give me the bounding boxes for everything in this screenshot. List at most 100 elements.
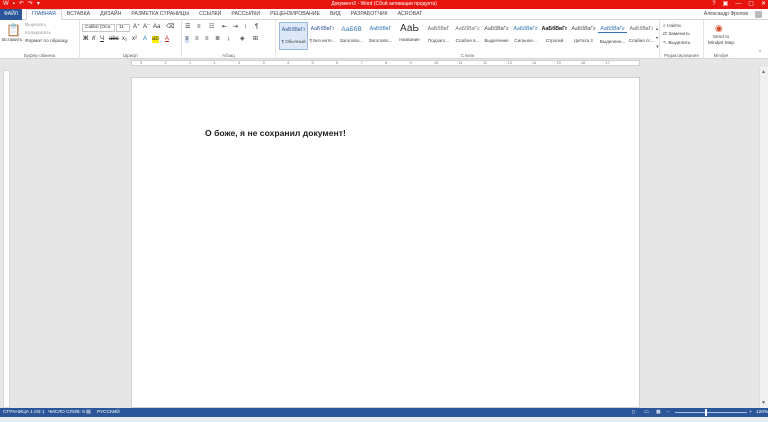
underline-icon[interactable]: Ч	[100, 36, 104, 43]
font-name-select[interactable]: Calibri (Осн	[82, 24, 115, 32]
font-size-select[interactable]: 11	[116, 24, 130, 32]
style-preview: АаБбВвГг	[571, 26, 596, 32]
tab-home[interactable]: ГЛАВНАЯ	[26, 9, 62, 20]
help-icon[interactable]: ?	[712, 0, 715, 9]
tab-design[interactable]: ДИЗАЙН	[95, 9, 126, 20]
group-editing: ⌕ Найти ⇄ Заменить ↖ Выделить Редактиров…	[660, 20, 704, 59]
show-marks-icon[interactable]: ¶	[255, 24, 258, 31]
justify-icon[interactable]: ≣	[215, 36, 220, 43]
document-text[interactable]: О боже, я не сохранил документ!	[205, 128, 346, 138]
numbering-icon[interactable]: ≡	[197, 24, 201, 31]
word-window: W ▪ ↶ ↷ ▾ Документ2 - Word (Сбой активац…	[0, 0, 768, 422]
style-emphasis[interactable]: АаБбВвГг Выделение	[482, 22, 511, 50]
ruler-tick: 9	[409, 61, 412, 65]
tab-references[interactable]: ССЫЛКИ	[194, 9, 226, 20]
word-count[interactable]: ЧИСЛО СЛОВ: 6	[48, 408, 85, 417]
increase-indent-icon[interactable]: ⇥	[233, 24, 238, 31]
paste-icon[interactable]: 📋	[6, 23, 21, 37]
ruler-tick: 4	[287, 61, 290, 65]
tab-file[interactable]: ФАЙЛ	[0, 9, 22, 20]
strikethrough-icon[interactable]: abc	[109, 36, 119, 43]
decrease-indent-icon[interactable]: ⇤	[222, 24, 227, 31]
style-subtle-emphasis[interactable]: АаБбВвГг Слабое в...	[453, 22, 482, 50]
align-left-icon[interactable]: ≡	[185, 36, 189, 43]
print-layout-icon[interactable]: ▭	[644, 408, 649, 417]
line-spacing-icon[interactable]: ↨	[227, 36, 230, 43]
font-color-icon[interactable]: A	[165, 36, 169, 43]
paste-button[interactable]: Вставить	[2, 38, 22, 43]
tab-developer[interactable]: РАЗРАБОТЧИК	[346, 9, 393, 20]
styles-scroll-icon[interactable]: ▴ ▾ ⊽	[656, 24, 659, 51]
style-title[interactable]: АаЬ Название	[395, 22, 424, 50]
tab-mailings[interactable]: РАССЫЛКИ	[226, 9, 265, 20]
borders-icon[interactable]: ⊞	[253, 36, 258, 43]
send-to-mindjet-button[interactable]: Send to Mindjet Map	[705, 35, 737, 47]
shading-icon[interactable]: ◈	[240, 36, 245, 43]
style-heading-2[interactable]: АаБбВвГ Заголово...	[366, 22, 395, 50]
superscript-icon[interactable]: x²	[132, 36, 137, 43]
style-name: Подзаго...	[427, 38, 450, 43]
user-name[interactable]: Александр Фролов	[704, 9, 748, 20]
style-preview: АаБбВ	[341, 26, 362, 33]
document-page[interactable]: О боже, я не сохранил документ!	[131, 77, 640, 408]
grow-font-icon[interactable]: A⁺	[133, 24, 140, 31]
copy-button[interactable]: Копировать	[25, 31, 51, 36]
align-right-icon[interactable]: ≡	[205, 36, 209, 43]
zoom-in-icon[interactable]: +	[749, 408, 752, 417]
find-button[interactable]: ⌕ Найти	[663, 23, 681, 29]
style-subtle-reference[interactable]: АаБбВвГг Слабая сс...	[627, 22, 656, 50]
scroll-up-icon[interactable]: ▲	[761, 69, 766, 75]
avatar[interactable]	[755, 11, 762, 18]
style-strong[interactable]: АаБбВвГг Строгий	[540, 22, 569, 50]
clear-format-icon[interactable]: ⌫	[166, 24, 174, 31]
sort-icon[interactable]: ↕	[244, 24, 247, 31]
shrink-font-icon[interactable]: A⁻	[143, 24, 150, 31]
cut-button[interactable]: Вырезать	[25, 23, 46, 28]
style-preview: АаЬ	[400, 23, 419, 34]
scroll-down-icon[interactable]: ▼	[761, 400, 766, 406]
style-normal[interactable]: АаБбВвГг ¶ Обычный	[279, 22, 308, 50]
web-layout-icon[interactable]: ▦	[656, 408, 661, 417]
tab-view[interactable]: ВИД	[325, 9, 346, 20]
close-icon[interactable]: ✕	[761, 0, 766, 9]
mindjet-icon[interactable]: ◉	[715, 23, 723, 33]
style-no-spacing[interactable]: АаБбВвГг ¶ Без инте...	[308, 22, 337, 50]
highlight-icon[interactable]: ab	[152, 36, 159, 43]
tab-acrobat[interactable]: ACROBAT	[393, 9, 428, 20]
multilevel-list-icon[interactable]: ☷	[209, 24, 214, 31]
ribbon-display-icon[interactable]: ▣	[723, 0, 729, 9]
zoom-slider[interactable]	[675, 412, 747, 413]
vertical-scrollbar[interactable]: ▲ ▼	[759, 67, 768, 408]
select-button[interactable]: ↖ Выделить	[663, 41, 691, 46]
tab-insert[interactable]: ВСТАВКА	[62, 9, 95, 20]
change-case-icon[interactable]: Aa	[153, 24, 160, 31]
page-count[interactable]: СТРАНИЦА 1 ИЗ 1	[3, 408, 45, 417]
style-quote[interactable]: АаБбВвГг Цитата 2	[569, 22, 598, 50]
style-intense-emphasis[interactable]: АаБбВвГг Сильное...	[511, 22, 540, 50]
zoom-level[interactable]: 120%	[756, 408, 768, 417]
style-heading-1[interactable]: АаБбВ Заголово...	[337, 22, 366, 50]
zoom-out-icon[interactable]: −	[667, 408, 670, 417]
text-effects-icon[interactable]: A	[143, 36, 147, 43]
proofing-icon[interactable]: ▤	[86, 408, 91, 417]
bullets-icon[interactable]: ☰	[185, 24, 190, 31]
subscript-icon[interactable]: x₂	[122, 36, 127, 43]
tab-review[interactable]: РЕЦЕНЗИРОВАНИЕ	[265, 9, 325, 20]
style-preview: АаБбВвГг	[513, 26, 538, 32]
align-center-icon[interactable]: ≡	[195, 36, 199, 43]
replace-button[interactable]: ⇄ Заменить	[663, 32, 690, 37]
italic-icon[interactable]: К	[92, 36, 96, 43]
read-mode-icon[interactable]: ▯	[632, 408, 635, 417]
bold-icon[interactable]: Ж	[83, 36, 88, 43]
collapse-ribbon-icon[interactable]: ⌃	[758, 50, 762, 57]
minimize-icon[interactable]: —	[735, 0, 741, 9]
ruler-tick: 2	[164, 61, 167, 65]
tab-page-layout[interactable]: РАЗМЕТКА СТРАНИЦЫ	[126, 9, 194, 20]
format-painter-button[interactable]: Формат по образцу	[25, 39, 68, 44]
style-subtitle[interactable]: АаБбВвГ Подзаго...	[424, 22, 453, 50]
zoom-slider-thumb[interactable]	[704, 409, 707, 416]
style-intense-quote[interactable]: АаБбВвГг Выделенн...	[598, 22, 627, 50]
ruler-strip: 3 2 1 1 2 3 4 5 6 7 8 9 10 11 12 13 14 15 16 17	[131, 60, 640, 66]
language[interactable]: РУССКИЙ	[97, 408, 120, 417]
maximize-icon[interactable]: ▢	[748, 0, 754, 9]
